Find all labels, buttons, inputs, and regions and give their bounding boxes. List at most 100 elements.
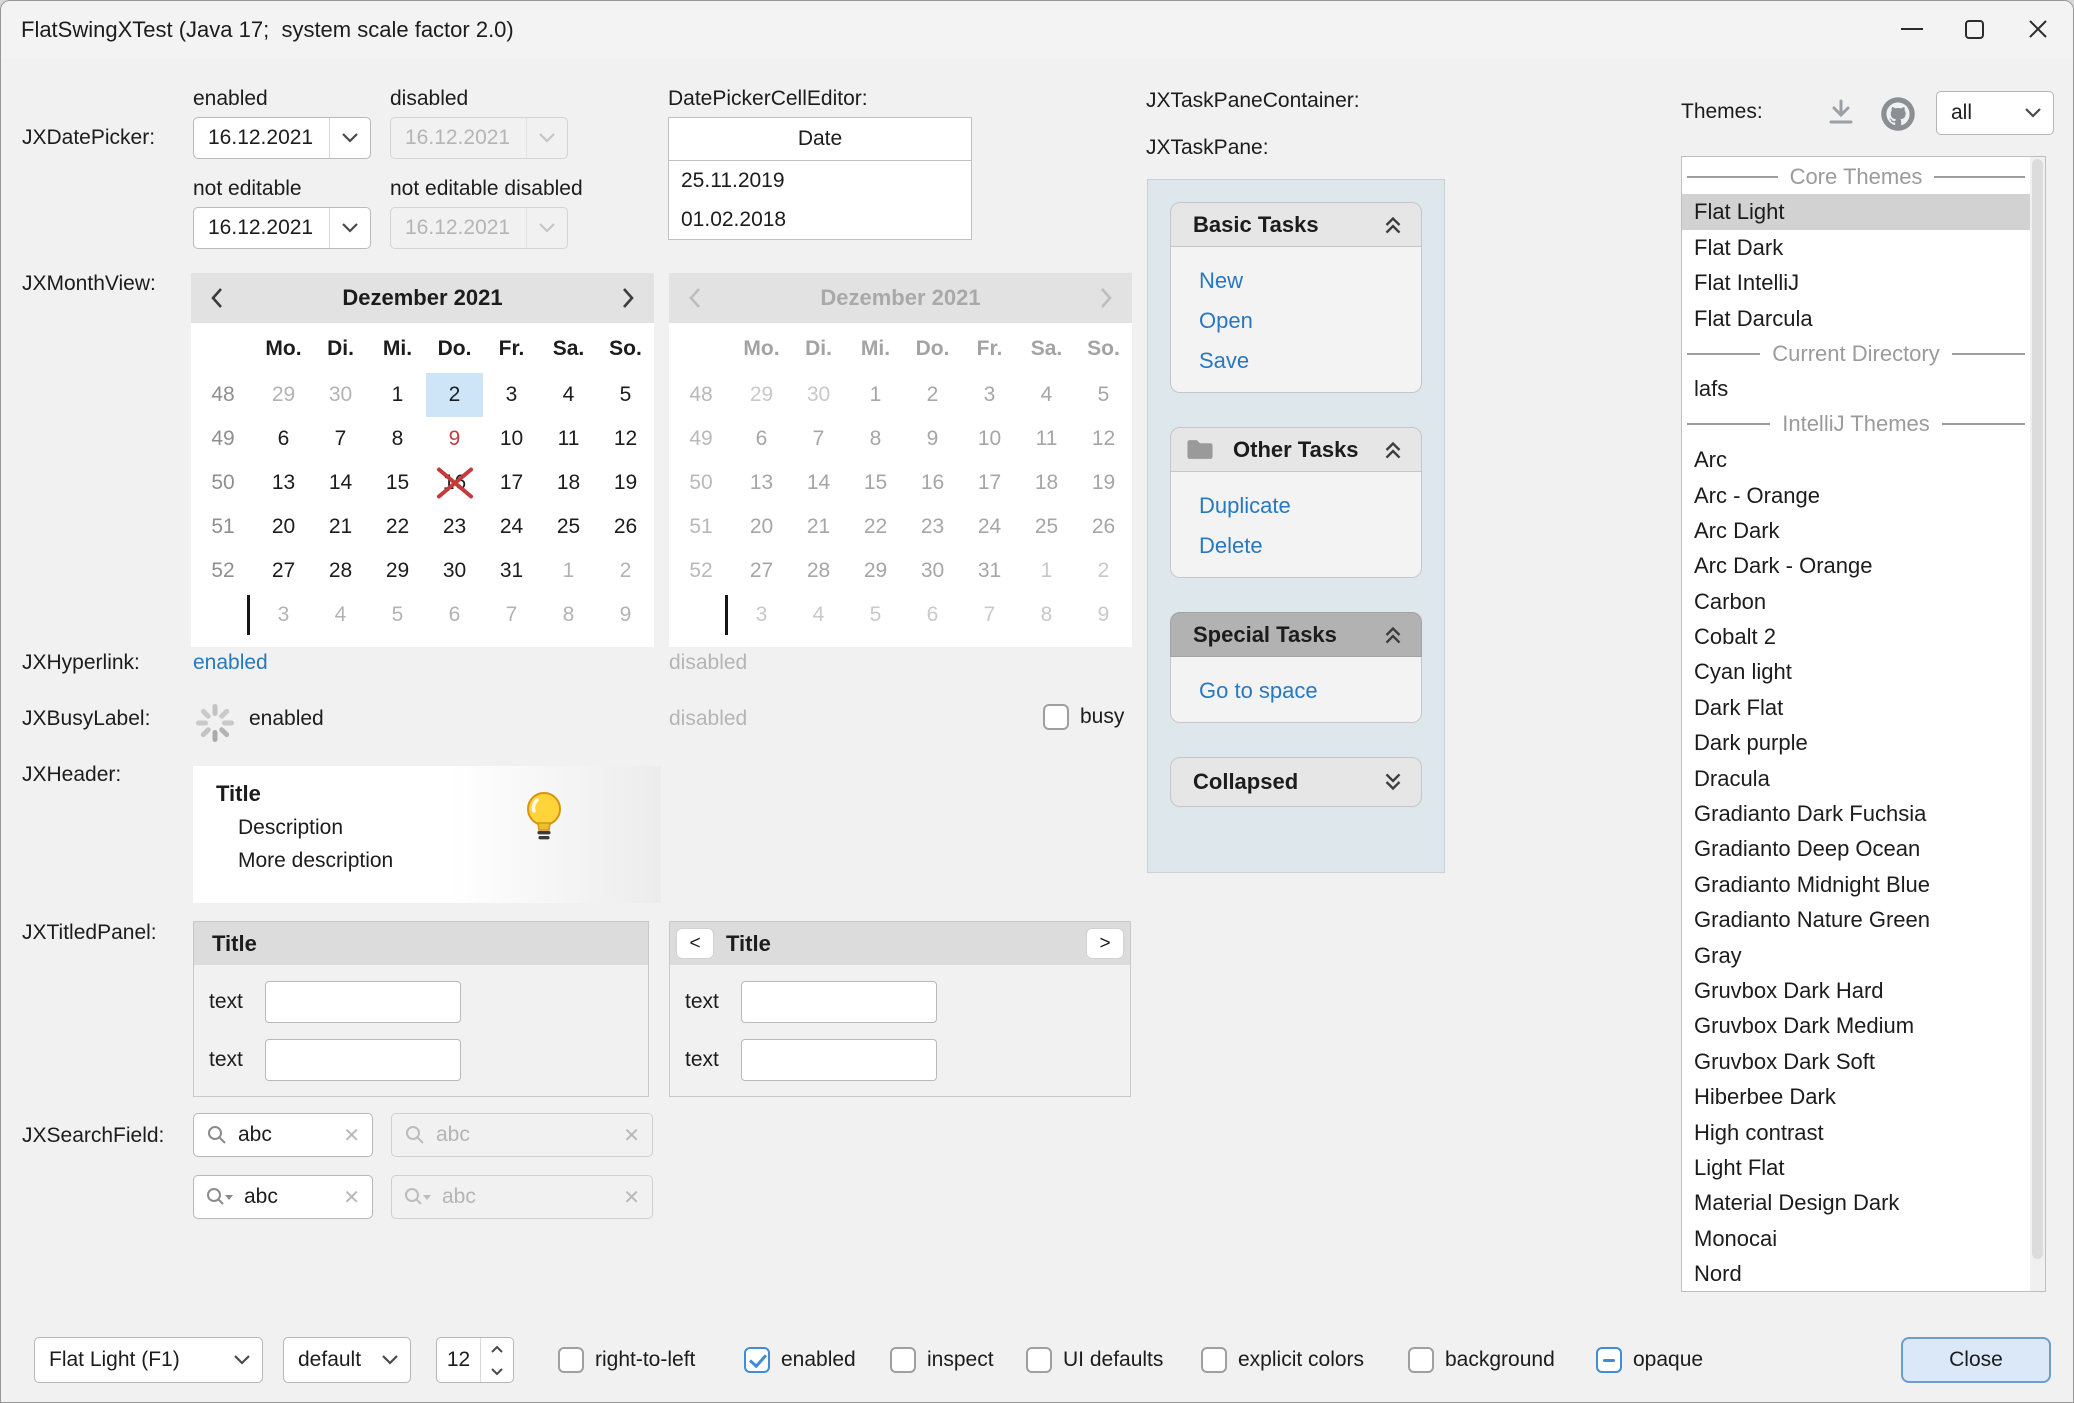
checkbox-box[interactable]	[890, 1347, 916, 1373]
hyperlink-enabled[interactable]: enabled	[193, 651, 268, 675]
clear-icon[interactable]: ✕	[343, 1185, 360, 1210]
theme-item[interactable]: Gruvbox Dark Medium	[1682, 1008, 2030, 1043]
theme-item[interactable]: Nord	[1682, 1256, 2030, 1291]
search-input[interactable]: abc	[244, 1185, 333, 1209]
theme-item[interactable]: Carbon	[1682, 584, 2030, 619]
expand-icon[interactable]	[1380, 769, 1406, 795]
taskpane-link[interactable]: Duplicate	[1199, 493, 1421, 519]
theme-item[interactable]: Cobalt 2	[1682, 619, 2030, 654]
calendar-day-cell[interactable]: 17	[483, 461, 540, 505]
calendar-day-cell[interactable]: 16	[426, 461, 483, 505]
calendar-day-cell[interactable]: 5	[597, 373, 654, 417]
theme-item[interactable]: Dracula	[1682, 761, 2030, 796]
datepicker-dropdown-button[interactable]	[329, 118, 370, 158]
taskpane-header[interactable]: Collapsed	[1170, 757, 1422, 807]
theme-item[interactable]: Gradianto Midnight Blue	[1682, 867, 2030, 902]
taskpane-link[interactable]: Open	[1199, 308, 1421, 334]
taskpane-link[interactable]: Save	[1199, 348, 1421, 374]
scrollbar-thumb[interactable]	[2032, 159, 2043, 1259]
text-input[interactable]	[265, 981, 461, 1023]
download-icon[interactable]	[1823, 95, 1859, 137]
theme-item[interactable]: Flat IntelliJ	[1682, 265, 2030, 300]
calendar-day-cell[interactable]: 3	[483, 373, 540, 417]
checkbox-box[interactable]	[558, 1347, 584, 1373]
previous-month-button[interactable]	[209, 286, 225, 310]
laf-combo[interactable]: Flat Light (F1)	[34, 1337, 263, 1383]
checkbox-ui-defaults[interactable]: UI defaults	[1026, 1337, 1163, 1383]
spinner-up-button[interactable]	[481, 1338, 513, 1360]
theme-item[interactable]: Gradianto Dark Fuchsia	[1682, 796, 2030, 831]
calendar-day-cell[interactable]: 23	[426, 505, 483, 549]
calendar-day-cell[interactable]: 19	[597, 461, 654, 505]
datepicker-dropdown-button[interactable]	[329, 208, 370, 248]
checkbox-enabled[interactable]: enabled	[744, 1337, 856, 1383]
taskpane-header[interactable]: Special Tasks	[1170, 612, 1422, 657]
checkbox-box[interactable]	[1596, 1347, 1622, 1373]
theme-item[interactable]: Dark purple	[1682, 725, 2030, 760]
theme-item[interactable]: Gradianto Deep Ocean	[1682, 831, 2030, 866]
calendar-day-cell[interactable]: 30	[426, 549, 483, 593]
calendar-day-cell[interactable]: 18	[540, 461, 597, 505]
theme-item[interactable]: Flat Darcula	[1682, 301, 2030, 336]
minimize-button[interactable]	[1880, 1, 1943, 57]
datepicker-not-editable[interactable]: 16.12.2021	[193, 207, 371, 249]
theme-item[interactable]: lafs	[1682, 371, 2030, 406]
checkbox-right-to-left[interactable]: right-to-left	[558, 1337, 695, 1383]
panel-right-button[interactable]: >	[1086, 928, 1124, 959]
close-button[interactable]: Close	[1901, 1337, 2051, 1383]
close-window-button[interactable]	[2006, 1, 2069, 57]
datepicker-value[interactable]: 16.12.2021	[194, 118, 329, 158]
theme-item[interactable]: Monocai	[1682, 1221, 2030, 1256]
checkbox-box[interactable]	[1043, 704, 1069, 730]
scrollbar[interactable]	[2030, 157, 2045, 1291]
calendar-day-cell[interactable]: 14	[312, 461, 369, 505]
theme-item[interactable]: Material Design Dark	[1682, 1185, 2030, 1220]
calendar-day-cell[interactable]: 12	[597, 417, 654, 461]
taskpane-header[interactable]: Other Tasks	[1170, 427, 1422, 472]
maximize-button[interactable]	[1943, 1, 2006, 57]
search-field-with-menu-enabled[interactable]: abc ✕	[193, 1175, 373, 1219]
collapse-icon[interactable]	[1380, 212, 1406, 238]
calendar-day-cell[interactable]: 27	[255, 549, 312, 593]
calendar-day-cell[interactable]: 9	[426, 417, 483, 461]
table-row[interactable]: 25.11.2019	[669, 161, 971, 200]
checkbox-background[interactable]: background	[1408, 1337, 1555, 1383]
theme-item[interactable]: Arc Dark	[1682, 513, 2030, 548]
calendar-day-cell[interactable]: 30	[312, 373, 369, 417]
spinner-value[interactable]: 12	[437, 1338, 480, 1382]
text-input[interactable]	[741, 981, 937, 1023]
calendar-day-cell[interactable]: 31	[483, 549, 540, 593]
calendar-day-cell[interactable]: 1	[540, 549, 597, 593]
calendar-day-cell[interactable]: 11	[540, 417, 597, 461]
calendar-day-cell[interactable]: 9	[597, 593, 654, 637]
calendar-day-cell[interactable]: 1	[369, 373, 426, 417]
theme-item[interactable]: Cyan light	[1682, 654, 2030, 689]
taskpane-header[interactable]: Basic Tasks	[1170, 202, 1422, 247]
datepicker-enabled[interactable]: 16.12.2021	[193, 117, 371, 159]
checkbox-explicit-colors[interactable]: explicit colors	[1201, 1337, 1364, 1383]
collapse-icon[interactable]	[1380, 437, 1406, 463]
next-month-button[interactable]	[620, 286, 636, 310]
calendar-day-cell[interactable]: 6	[255, 417, 312, 461]
theme-item[interactable]: Flat Light	[1682, 194, 2030, 229]
calendar-day-cell[interactable]: 22	[369, 505, 426, 549]
github-icon[interactable]	[1877, 93, 1919, 141]
themes-filter-combo[interactable]: all	[1936, 91, 2054, 135]
calendar-day-cell[interactable]: 7	[312, 417, 369, 461]
taskpane-link[interactable]: Delete	[1199, 533, 1421, 559]
search-input[interactable]: abc	[238, 1123, 333, 1147]
table-column-header[interactable]: Date	[669, 118, 971, 161]
calendar-day-cell[interactable]: 15	[369, 461, 426, 505]
calendar-day-cell[interactable]: 4	[540, 373, 597, 417]
calendar-day-cell[interactable]: 29	[369, 549, 426, 593]
panel-left-button[interactable]: <	[676, 928, 714, 959]
calendar-day-cell[interactable]: 29	[255, 373, 312, 417]
checkbox-opaque[interactable]: opaque	[1596, 1337, 1703, 1383]
calendar-day-cell[interactable]: 4	[312, 593, 369, 637]
collapse-icon[interactable]	[1380, 622, 1406, 648]
calendar-day-cell[interactable]: 28	[312, 549, 369, 593]
text-input[interactable]	[265, 1039, 461, 1081]
checkbox-inspect[interactable]: inspect	[890, 1337, 994, 1383]
theme-item[interactable]: Light Flat	[1682, 1150, 2030, 1185]
calendar-day-cell[interactable]: 8	[540, 593, 597, 637]
